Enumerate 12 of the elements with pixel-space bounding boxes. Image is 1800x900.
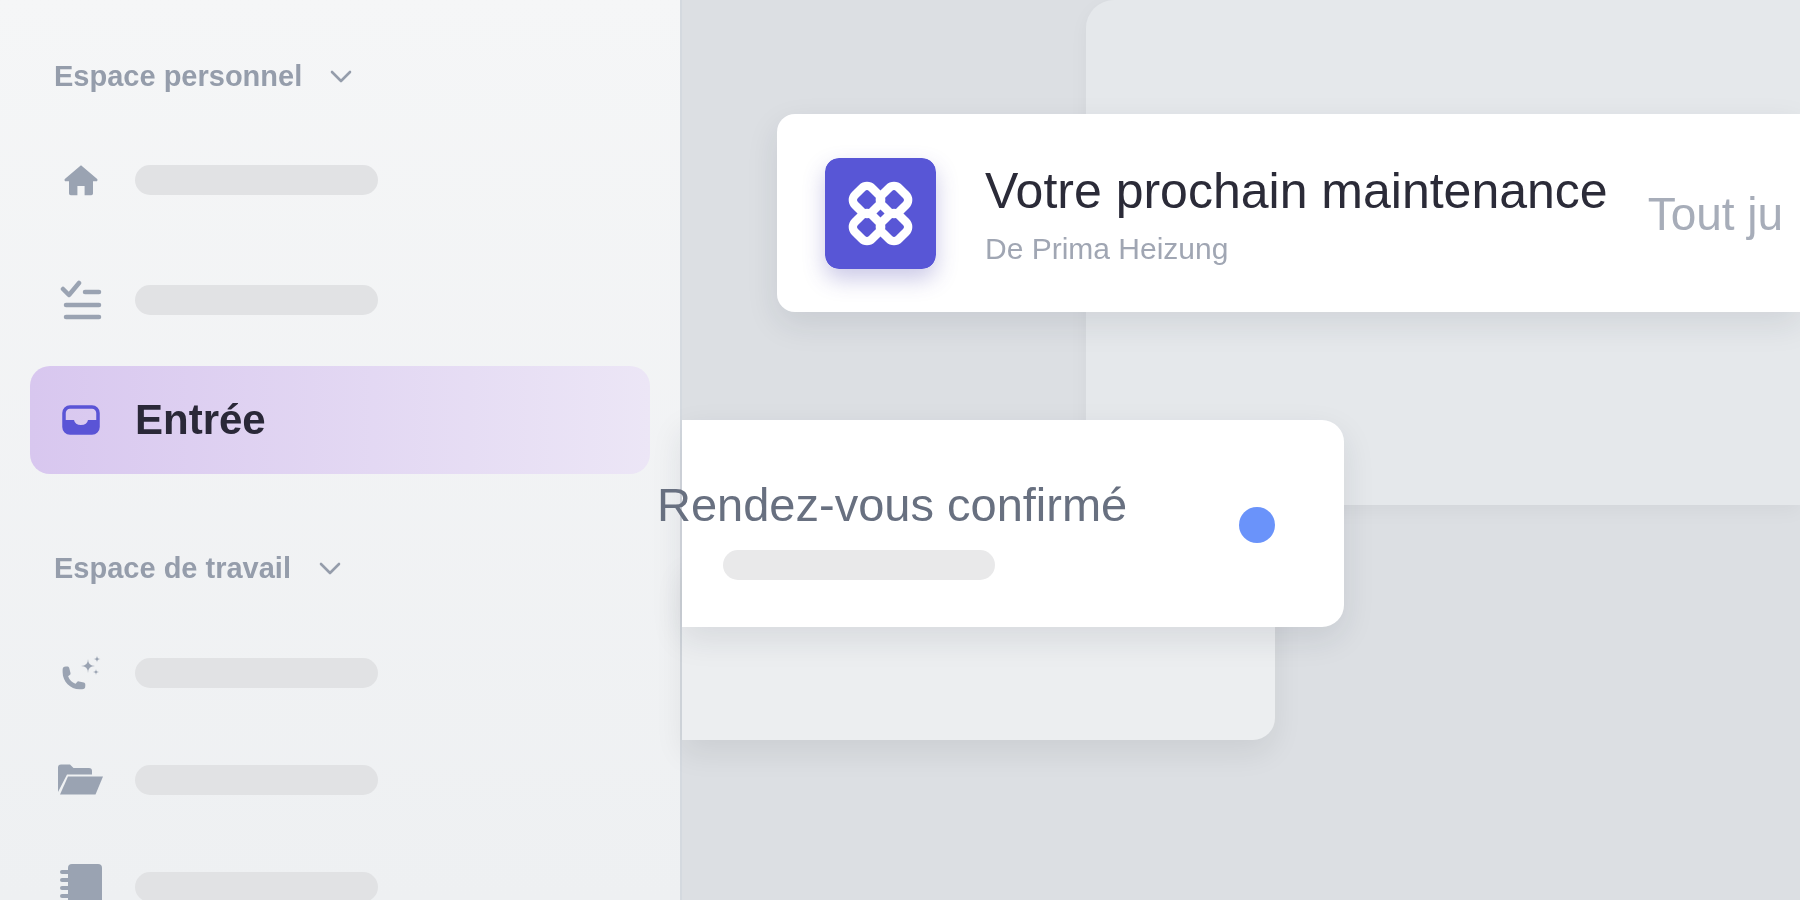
notification-sender: De Prima Heizung xyxy=(985,234,1229,264)
home-icon xyxy=(63,163,99,197)
open-folder-icon xyxy=(58,764,104,795)
checklist-icon xyxy=(60,279,102,321)
sidebar-item[interactable]: Entrée xyxy=(30,366,650,474)
app-logo-icon xyxy=(825,158,936,269)
notification-title: Votre prochain maintenance xyxy=(985,166,1608,216)
inbox-tray-icon xyxy=(62,405,100,435)
notebook-icon xyxy=(60,863,102,900)
section-header[interactable]: Espace personnel xyxy=(54,46,353,106)
appointment-title: Rendez-vous confirmé xyxy=(657,481,1128,528)
section-header[interactable]: Espace de travail xyxy=(54,538,341,598)
